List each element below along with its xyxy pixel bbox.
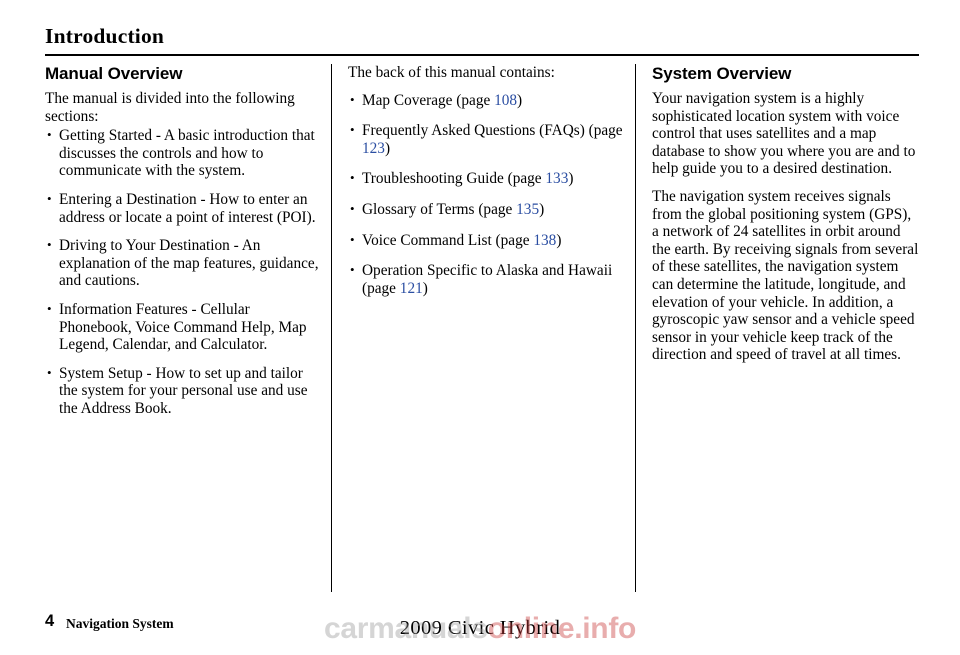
column-middle: The back of this manual contains: Map Co… [348,64,633,592]
list-item: Driving to Your Destination - An explana… [45,236,320,290]
page-title: Introduction [45,24,165,48]
system-overview-paragraph-1: Your navigation system is a highly sophi… [652,90,916,178]
column-divider-2 [635,64,636,592]
list-item: Voice Command List (page 138) [348,231,633,250]
list-item-text: Troubleshooting Guide (page [362,170,546,188]
list-item-text-post: ) [539,200,545,218]
page-reference: 121 [399,279,423,297]
list-item: Frequently Asked Questions (FAQs) (page … [348,121,633,157]
document-page: Introduction Manual Overview The manual … [0,0,960,655]
manual-overview-list: Getting Started - A basic introduction t… [45,126,320,418]
system-overview-paragraph-2: The navigation system receives signals f… [652,187,919,364]
list-item: Map Coverage (page 108) [348,91,633,110]
list-item-text-post: ) [384,139,391,157]
page-reference: 135 [516,200,540,218]
list-item: System Setup - How to set up and tailor … [45,364,320,418]
manual-overview-heading: Manual Overview [45,64,183,83]
list-item-text-post: ) [556,231,562,249]
list-item: Troubleshooting Guide (page 133) [348,169,633,188]
content-columns: Manual Overview The manual is divided in… [45,64,919,592]
list-item-text: Glossary of Terms (page [362,200,517,218]
list-item-text: Map Coverage (page [362,91,495,109]
list-item-text: Frequently Asked Questions (FAQs) (page [362,122,623,140]
list-item: Glossary of Terms (page 135) [348,200,633,219]
list-item-text-post: ) [422,279,428,297]
list-item-text: Voice Command List (page [362,231,534,249]
title-divider [45,54,919,56]
list-item-text-post: ) [517,91,523,109]
system-overview-heading: System Overview [652,64,792,83]
page-reference: 133 [545,170,569,188]
column-divider-1 [331,64,332,592]
list-item: Information Features - Cellular Phoneboo… [45,300,320,354]
page-reference: 138 [533,231,557,249]
manual-overview-intro: The manual is divided into the following… [45,90,295,125]
back-of-manual-intro: The back of this manual contains: [348,64,555,81]
footer-model-name: 2009 Civic Hybrid [399,617,561,639]
column-left: Manual Overview The manual is divided in… [45,64,320,592]
column-right: System Overview Your navigation system i… [652,64,919,592]
list-item: Getting Started - A basic introduction t… [45,126,320,180]
back-of-manual-list: Map Coverage (page 108) Frequently Asked… [348,91,633,298]
list-item: Operation Specific to Alaska and Hawaii … [348,261,633,297]
page-reference: 108 [494,91,518,109]
list-item-text-post: ) [568,170,574,188]
list-item: Entering a Destination - How to enter an… [45,190,320,226]
page-reference: 123 [362,139,385,157]
